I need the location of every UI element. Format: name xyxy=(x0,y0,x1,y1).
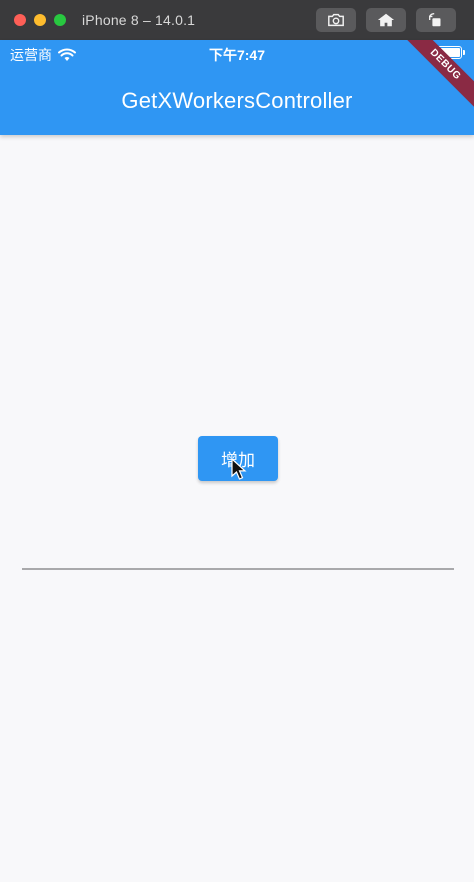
zoom-window-button[interactable] xyxy=(54,14,66,26)
minimize-window-button[interactable] xyxy=(34,14,46,26)
app-bar: 运营商 下午7:47 GetXWorkersController DEBUG xyxy=(0,40,474,135)
status-bar: 运营商 下午7:47 xyxy=(0,40,474,68)
page-title: GetXWorkersController xyxy=(121,88,353,113)
simulator-title: iPhone 8 – 14.0.1 xyxy=(82,12,196,28)
home-button[interactable] xyxy=(366,8,406,32)
home-icon xyxy=(377,13,395,27)
screenshot-icon xyxy=(328,13,344,27)
status-time: 下午7:47 xyxy=(208,47,266,63)
screenshot-button[interactable] xyxy=(316,8,356,32)
mouse-cursor-icon xyxy=(231,458,247,480)
divider xyxy=(22,568,454,570)
rotate-icon xyxy=(429,13,441,27)
simulator-toolbar xyxy=(316,8,456,32)
window-controls xyxy=(14,14,66,26)
rotate-button[interactable] xyxy=(416,8,456,32)
simulator-titlebar: iPhone 8 – 14.0.1 xyxy=(0,0,474,40)
close-window-button[interactable] xyxy=(14,14,26,26)
